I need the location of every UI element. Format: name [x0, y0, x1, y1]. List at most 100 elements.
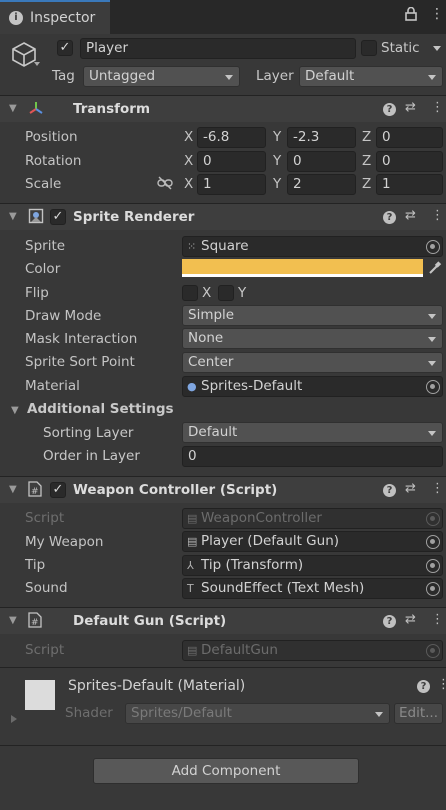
shader-dropdown[interactable]: Sprites/Default: [125, 703, 390, 724]
transform-header[interactable]: ▼ Transform ? ⇄ ⋮: [0, 96, 446, 122]
static-dropdown-icon[interactable]: [433, 46, 441, 51]
script-asset-icon: ▤: [187, 535, 198, 548]
position-x-field[interactable]: -6.8: [197, 127, 266, 148]
help-icon[interactable]: ?: [383, 484, 396, 497]
script-label: Script: [25, 642, 65, 658]
tip-field[interactable]: ⅄ Tip (Transform): [182, 555, 443, 576]
add-component-button[interactable]: Add Component: [93, 758, 359, 784]
component-menu-icon[interactable]: ⋮: [431, 612, 444, 627]
sound-field[interactable]: T SoundEffect (Text Mesh): [182, 578, 443, 599]
constrain-proportions-icon[interactable]: [157, 176, 173, 194]
flip-x-label: X: [202, 285, 212, 301]
additional-settings-foldout-icon[interactable]: ▼: [11, 405, 19, 416]
foldout-arrow-icon[interactable]: ▼: [9, 615, 17, 626]
default-gun-header[interactable]: ▼ # Default Gun (Script) ? ⇄ ⋮: [0, 608, 446, 634]
enabled-checkbox[interactable]: ✓: [50, 482, 66, 498]
scale-x-field[interactable]: 1: [197, 174, 266, 195]
axis-y-label[interactable]: Y: [273, 129, 281, 145]
shader-edit-button[interactable]: Edit...: [394, 703, 443, 724]
static-label: Static: [381, 40, 420, 56]
kebab-menu-icon[interactable]: ⋮: [430, 6, 444, 22]
presets-icon[interactable]: ⇄: [405, 612, 416, 627]
flip-x-checkbox[interactable]: [182, 285, 198, 301]
order-in-layer-field[interactable]: 0: [182, 446, 443, 467]
component-menu-icon[interactable]: ⋮: [431, 100, 444, 115]
flip-y-label: Y: [238, 285, 247, 301]
static-checkbox[interactable]: [361, 40, 377, 56]
object-picker-icon[interactable]: [426, 535, 440, 549]
tab-inspector[interactable]: i Inspector: [0, 0, 110, 34]
scale-label: Scale: [25, 176, 62, 192]
foldout-arrow-icon[interactable]: ▼: [9, 211, 17, 222]
object-picker-icon[interactable]: [426, 380, 440, 394]
help-icon[interactable]: ?: [383, 103, 396, 116]
sprite-value: Square: [201, 238, 249, 254]
rotation-x-field[interactable]: 0: [197, 151, 266, 172]
tag-dropdown[interactable]: Untagged: [83, 66, 240, 87]
position-y-field[interactable]: -2.3: [287, 127, 356, 148]
help-icon[interactable]: ?: [417, 680, 430, 693]
additional-settings-label[interactable]: Additional Settings: [27, 401, 174, 417]
draw-mode-label: Draw Mode: [25, 308, 102, 324]
mask-interaction-dropdown[interactable]: None: [182, 328, 443, 349]
foldout-arrow-icon[interactable]: ▼: [9, 484, 17, 495]
object-picker-icon[interactable]: [426, 559, 440, 573]
layer-label: Layer: [256, 68, 294, 84]
axis-x-label[interactable]: X: [184, 153, 193, 169]
sound-value: SoundEffect (Text Mesh): [201, 580, 365, 596]
axis-x-label[interactable]: X: [184, 176, 193, 192]
position-label: Position: [25, 129, 78, 145]
active-checkbox[interactable]: ✓: [57, 40, 73, 56]
foldout-arrow-icon[interactable]: ▼: [9, 103, 17, 114]
material-field[interactable]: ● Sprites-Default: [182, 376, 443, 397]
component-menu-icon[interactable]: ⋮: [437, 677, 446, 692]
scale-z-field[interactable]: 1: [376, 174, 443, 195]
component-menu-icon[interactable]: ⋮: [431, 481, 444, 496]
axis-z-label[interactable]: Z: [362, 153, 371, 169]
material-foldout-icon[interactable]: [11, 715, 17, 723]
lock-icon[interactable]: [405, 6, 417, 25]
script-value: DefaultGun: [201, 642, 278, 658]
draw-mode-dropdown[interactable]: Simple: [182, 305, 443, 326]
rotation-label: Rotation: [25, 153, 82, 169]
help-icon[interactable]: ?: [383, 615, 396, 628]
object-picker-icon[interactable]: [426, 582, 440, 596]
rotation-z-field[interactable]: 0: [376, 151, 443, 172]
color-swatch[interactable]: [182, 259, 423, 277]
object-name-field[interactable]: Player: [80, 38, 356, 59]
sorting-layer-label: Sorting Layer: [43, 425, 134, 441]
presets-icon[interactable]: ⇄: [405, 481, 416, 496]
script-value: WeaponController: [201, 510, 322, 526]
axis-z-label[interactable]: Z: [362, 176, 371, 192]
icon-dropdown-icon[interactable]: [34, 62, 40, 66]
shader-label: Shader: [65, 705, 113, 721]
component-menu-icon[interactable]: ⋮: [431, 208, 444, 223]
tag-label: Tag: [52, 68, 75, 84]
sprite-sort-point-dropdown[interactable]: Center: [182, 352, 443, 373]
layer-dropdown[interactable]: Default: [299, 66, 443, 87]
axis-x-label[interactable]: X: [184, 129, 193, 145]
axis-z-label[interactable]: Z: [362, 129, 371, 145]
sprite-renderer-header[interactable]: ▼ ✓ Sprite Renderer ? ⇄ ⋮: [0, 204, 446, 230]
my-weapon-value: Player (Default Gun): [201, 533, 340, 549]
sorting-layer-dropdown[interactable]: Default: [182, 422, 443, 443]
help-icon[interactable]: ?: [383, 211, 396, 224]
enabled-checkbox[interactable]: ✓: [50, 209, 66, 225]
presets-icon[interactable]: ⇄: [405, 100, 416, 115]
flip-y-checkbox[interactable]: [218, 285, 234, 301]
info-icon: i: [9, 11, 23, 25]
svg-text:#: #: [31, 618, 39, 628]
axis-y-label[interactable]: Y: [273, 176, 281, 192]
position-z-field[interactable]: 0: [376, 127, 443, 148]
axis-y-label[interactable]: Y: [273, 153, 281, 169]
my-weapon-field[interactable]: ▤ Player (Default Gun): [182, 531, 443, 552]
script-icon: #: [28, 612, 42, 632]
eyedropper-icon[interactable]: [428, 261, 442, 279]
rotation-y-field[interactable]: 0: [287, 151, 356, 172]
scale-y-field[interactable]: 2: [287, 174, 356, 195]
weapon-controller-header[interactable]: ▼ # ✓ Weapon Controller (Script) ? ⇄ ⋮: [0, 477, 446, 503]
transform-asset-icon: ⅄: [187, 559, 194, 572]
object-picker-icon[interactable]: [426, 240, 440, 254]
presets-icon[interactable]: ⇄: [405, 208, 416, 223]
sprite-field[interactable]: ⁙ Square: [182, 236, 443, 257]
